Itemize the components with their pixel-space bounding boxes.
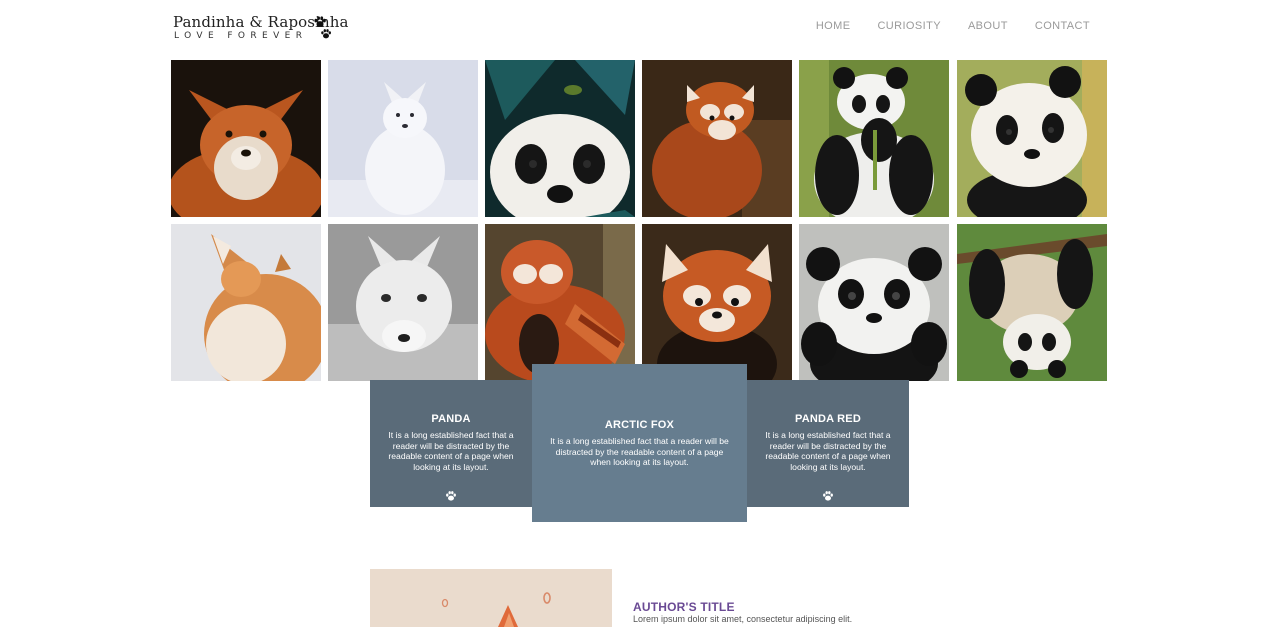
gallery-image-red-fox[interactable] bbox=[171, 60, 321, 217]
logo-subtitle: LOVE FOREVER bbox=[174, 31, 308, 41]
main-nav: HOME CURIOSITY ABOUT CONTACT bbox=[816, 20, 1090, 32]
gallery-image-red-panda-sleeping[interactable] bbox=[485, 224, 635, 381]
author-title: AUTHOR'S TITLE bbox=[633, 600, 735, 614]
paw-icon bbox=[321, 29, 331, 39]
card-arctic-fox[interactable]: ARCTIC FOX It is a long established fact… bbox=[532, 364, 747, 522]
card-panda-red[interactable]: PANDA RED It is a long established fact … bbox=[747, 380, 909, 507]
author-text: Lorem ipsum dolor sit amet, consectetur … bbox=[633, 614, 853, 624]
gallery-image-red-panda[interactable] bbox=[642, 60, 792, 217]
gallery-image-arctic-fox-gray[interactable] bbox=[328, 224, 478, 381]
paw-icon bbox=[314, 16, 326, 28]
card-title: ARCTIC FOX bbox=[604, 419, 675, 431]
site-logo[interactable]: Pandinha & Raposinha LOVE FOREVER bbox=[173, 13, 348, 45]
card-title: PANDA bbox=[431, 413, 471, 425]
paw-icon bbox=[446, 491, 456, 501]
card-title: PANDA RED bbox=[795, 413, 861, 425]
gallery-image-fox-snow[interactable] bbox=[171, 224, 321, 381]
gallery-image-panda-bamboo[interactable] bbox=[799, 60, 949, 217]
card-description: It is a long established fact that a rea… bbox=[388, 430, 514, 472]
nav-curiosity[interactable]: CURIOSITY bbox=[877, 20, 941, 32]
nav-about[interactable]: ABOUT bbox=[968, 20, 1008, 32]
nav-contact[interactable]: CONTACT bbox=[1035, 20, 1090, 32]
gallery-image-panda-upside-down[interactable] bbox=[957, 224, 1107, 381]
gallery-image-panda-cub-2[interactable] bbox=[799, 224, 949, 381]
paw-icon bbox=[823, 491, 833, 501]
nav-home[interactable]: HOME bbox=[816, 20, 851, 32]
gallery-image-panda-cub[interactable] bbox=[957, 60, 1107, 217]
card-panda[interactable]: PANDA It is a long established fact that… bbox=[370, 380, 532, 507]
photo-gallery bbox=[171, 60, 1107, 381]
gallery-image-red-panda-2[interactable] bbox=[642, 224, 792, 381]
card-description: It is a long established fact that a rea… bbox=[765, 430, 891, 472]
card-description: It is a long established fact that a rea… bbox=[550, 436, 729, 468]
gallery-image-arctic-fox[interactable] bbox=[328, 60, 478, 217]
gallery-image-panda-frog[interactable] bbox=[485, 60, 635, 217]
author-image bbox=[370, 569, 612, 627]
